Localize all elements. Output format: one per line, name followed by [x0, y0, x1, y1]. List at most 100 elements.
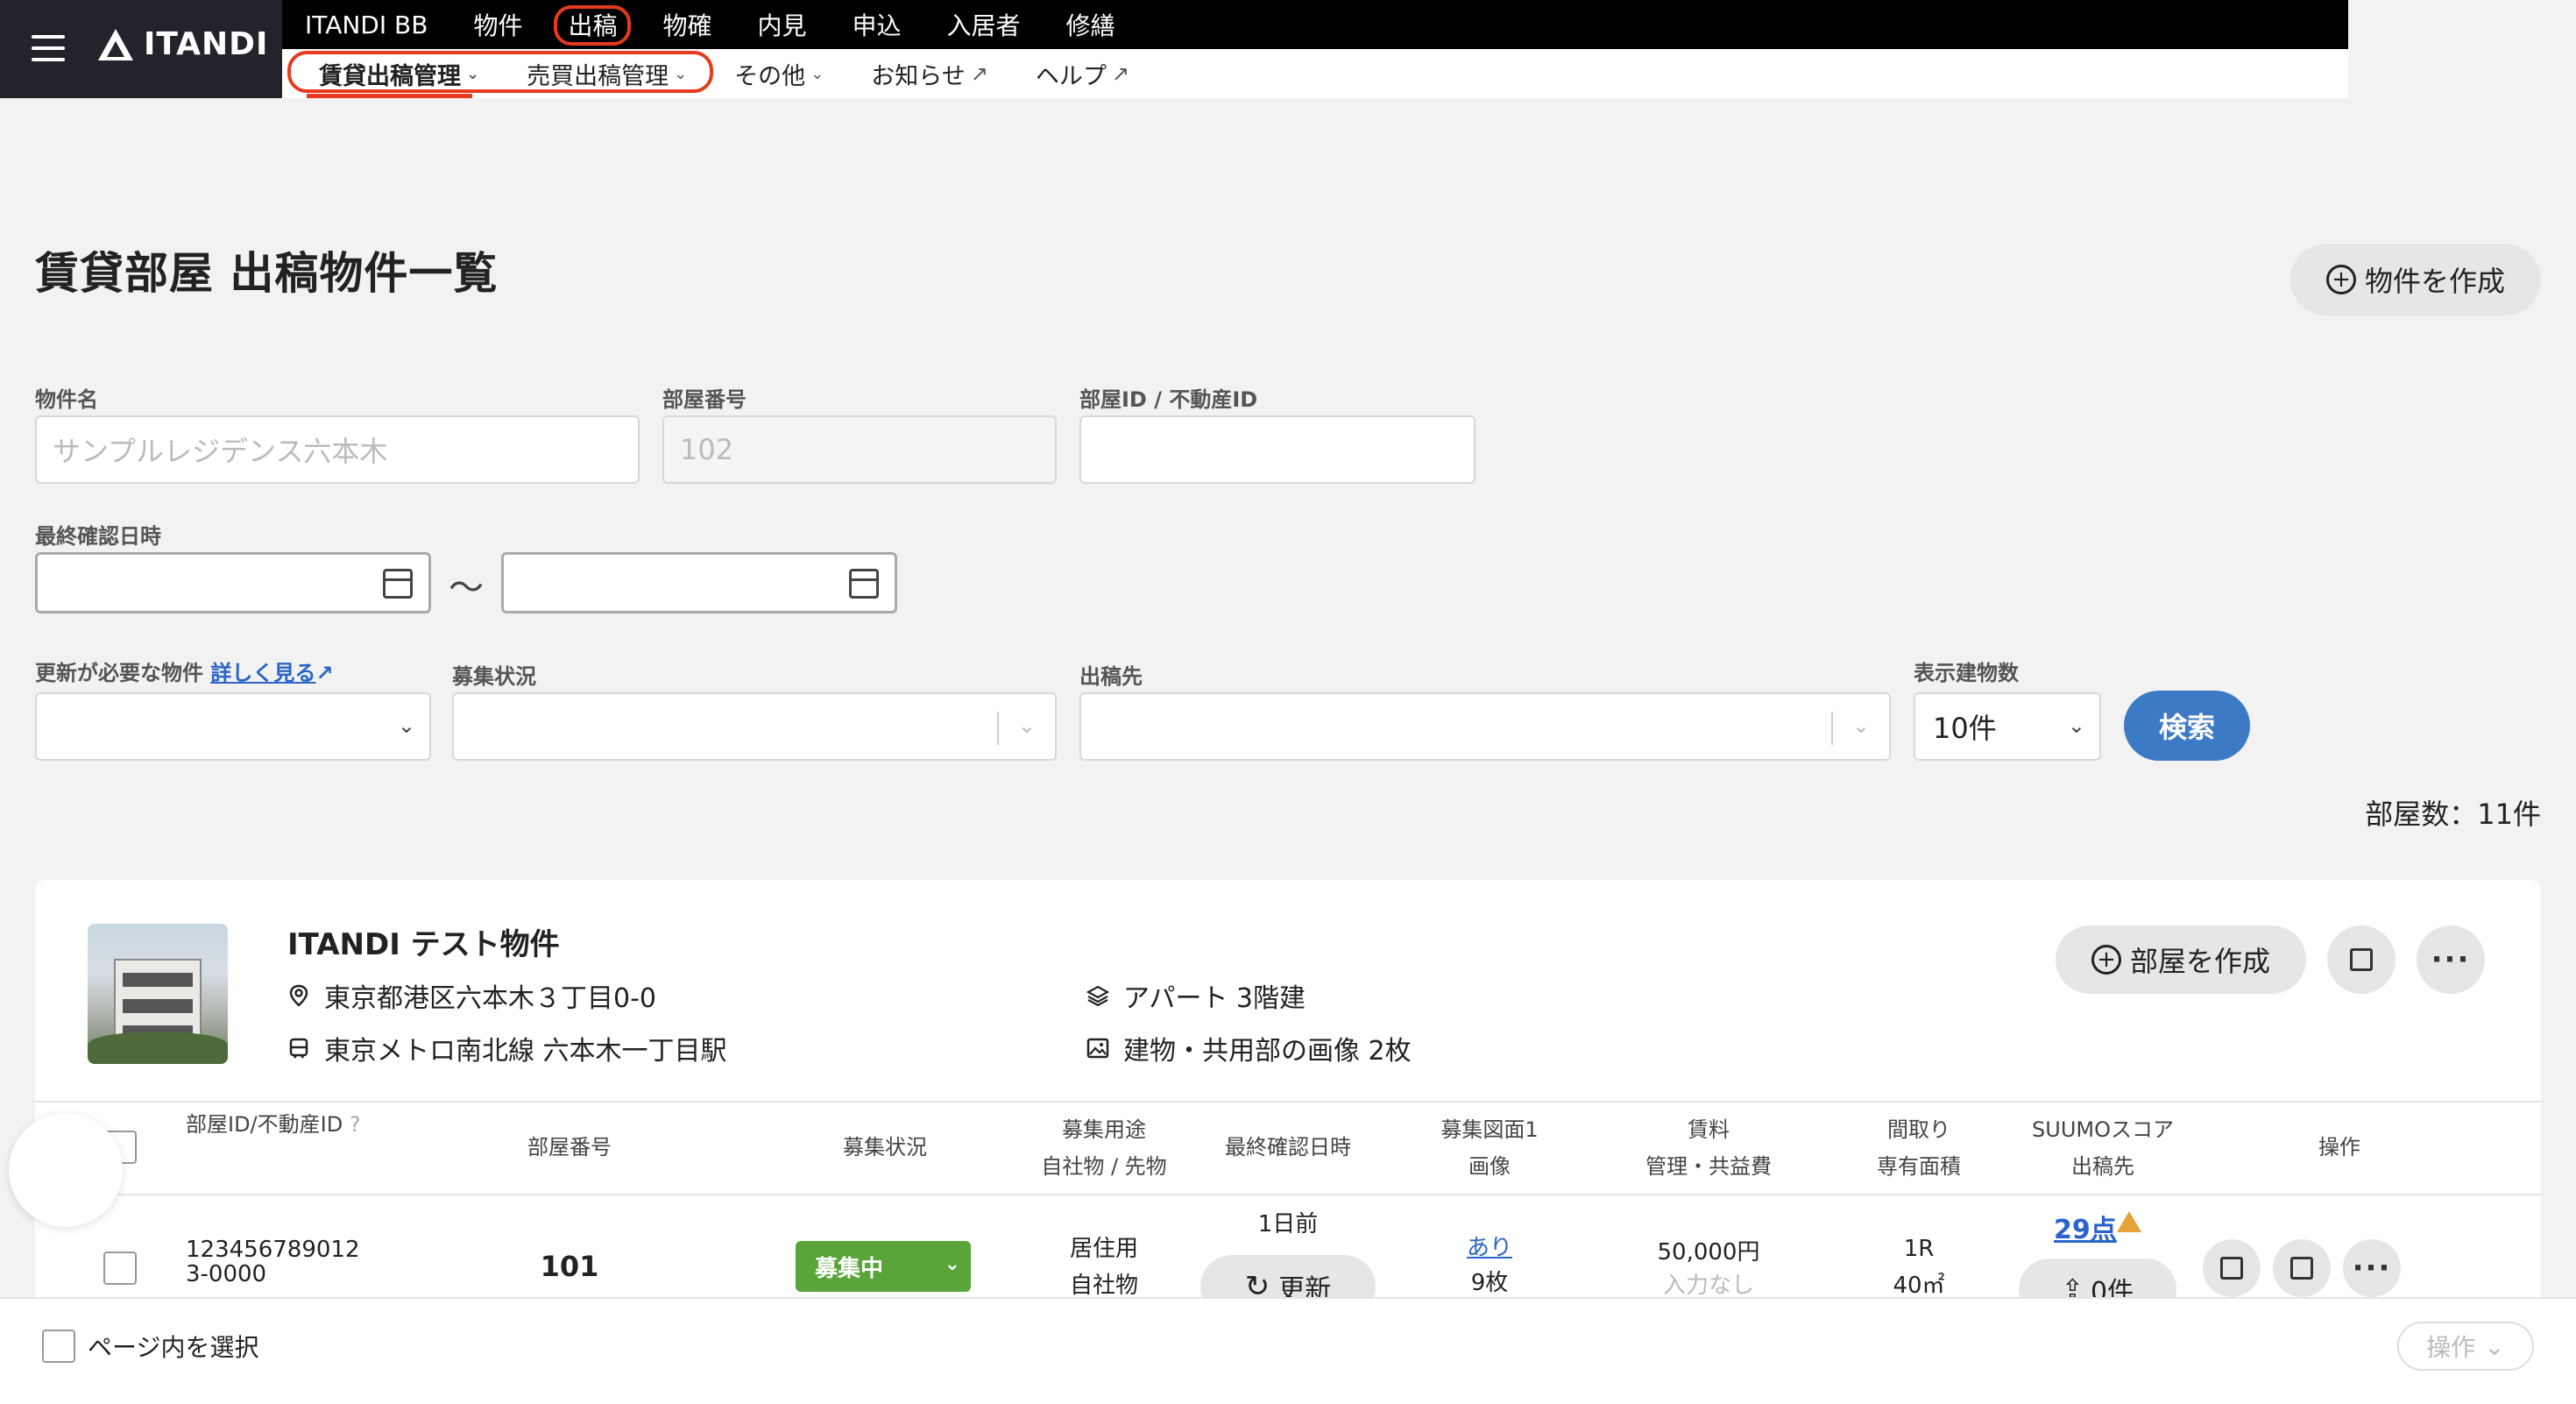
- property-name-input[interactable]: サンプルレジデンス六本木: [35, 415, 640, 484]
- row-checklist-button[interactable]: [2273, 1239, 2331, 1297]
- create-room-button[interactable]: + 部屋を作成: [2056, 925, 2306, 994]
- sub-nav: 賃貸出稿管理 ⌄ 売買出稿管理 ⌄ その他 ⌄ お知らせ ↗ ヘルプ ↗: [282, 49, 2348, 98]
- plus-circle-icon: +: [2325, 265, 2356, 294]
- nav-viewing[interactable]: 内見: [734, 0, 829, 49]
- header-last-confirmed: 最終確認日時: [1225, 1135, 1351, 1159]
- nav-property[interactable]: 物件: [450, 0, 545, 49]
- row-room-id: 123456789012 3-0000: [186, 1237, 360, 1287]
- table-header: 部屋ID/不動産ID ? 部屋番号 募集状況 募集用途 自社物 / 先物 最終確認…: [35, 1101, 2541, 1195]
- header-rent: 賃料 管理・共益費: [1645, 1117, 1772, 1179]
- row-last-confirmed: 1日前: [1257, 1211, 1319, 1237]
- chevron-down-icon: ⌄: [2067, 713, 2085, 738]
- edit-property-button[interactable]: [2327, 925, 2396, 994]
- publish-to-select[interactable]: ⌄: [1079, 692, 1891, 761]
- nav-repair[interactable]: 修繕: [1044, 0, 1138, 49]
- chevron-down-icon: ⌄: [1851, 713, 1870, 738]
- page-title: 賃貸部屋 出稿物件一覧: [35, 248, 499, 299]
- header-suumo: SUUMOスコア 出稿先: [2032, 1117, 2174, 1179]
- property-images: 建物・共用部の画像 2枚: [1086, 1029, 1412, 1067]
- chevron-down-icon: ⌄: [674, 64, 688, 83]
- nav-publish[interactable]: 出稿: [545, 0, 640, 49]
- chevron-down-icon: ⌄: [810, 64, 824, 83]
- display-count-select[interactable]: 10件 ⌄: [1914, 692, 2101, 761]
- chevron-down-icon: ⌄: [1017, 713, 1036, 738]
- recruit-status-select[interactable]: ⌄: [452, 692, 1057, 761]
- last-confirmed-label: 最終確認日時: [35, 524, 161, 549]
- room-id-input[interactable]: [1079, 415, 1476, 484]
- publish-to-label: 出稿先: [1079, 664, 1143, 689]
- header-room-id: 部屋ID/不動産ID ?: [186, 1112, 361, 1137]
- search-button[interactable]: 検索: [2124, 691, 2250, 761]
- property-station: 東京メトロ南北線 六本木一丁目駅: [287, 1029, 727, 1067]
- more-horizontal-icon: ···: [2352, 1251, 2392, 1286]
- subnav-news[interactable]: お知らせ ↗: [850, 49, 1015, 98]
- logo[interactable]: ITANDI: [96, 26, 268, 62]
- train-icon: [289, 1038, 308, 1059]
- layers-icon: [1086, 985, 1109, 1007]
- select-page[interactable]: ページ内を選択: [42, 1329, 258, 1364]
- header-usage: 募集用途 自社物 / 先物: [1041, 1117, 1167, 1179]
- property-thumbnail[interactable]: [88, 924, 228, 1064]
- subnav-sale-publish[interactable]: 売買出稿管理 ⌄: [506, 49, 713, 98]
- row-checkbox[interactable]: [103, 1252, 137, 1285]
- row-status-select[interactable]: 募集中 ⌄: [796, 1241, 971, 1292]
- nav-tenant[interactable]: 入居者: [924, 0, 1044, 49]
- edit-icon: [2220, 1257, 2243, 1280]
- bottom-action-bar: ページ内を選択 操作 ⌄: [0, 1297, 2576, 1404]
- header-operations: 操作: [2318, 1135, 2360, 1159]
- external-link-icon: ↗: [1111, 61, 1129, 86]
- subnav-rental-publish[interactable]: 賃貸出稿管理 ⌄: [298, 49, 506, 98]
- display-count-label: 表示建物数: [1914, 661, 2019, 685]
- external-link-icon: ↗: [970, 61, 988, 86]
- plus-circle-icon: +: [2091, 945, 2121, 975]
- chevron-down-icon: ⌄: [2484, 1331, 2505, 1361]
- bulk-operations-button[interactable]: 操作 ⌄: [2397, 1322, 2534, 1371]
- chevron-down-icon: ⌄: [466, 64, 480, 83]
- room-id-label: 部屋ID / 不動産ID: [1079, 387, 1258, 412]
- header-floorplan: 募集図面1 画像: [1440, 1117, 1539, 1179]
- location-pin-icon: [289, 984, 308, 1007]
- details-link[interactable]: 詳しく見る: [210, 661, 315, 685]
- main-nav: ITANDI BB 物件 出稿 物確 内見 申込 入居者 修繕: [282, 0, 1138, 49]
- header-layout: 間取り 専有面積: [1877, 1117, 1961, 1179]
- row-rent: 50,000円 入力なし: [1657, 1239, 1760, 1299]
- help-icon[interactable]: ?: [350, 1112, 361, 1137]
- external-link-icon: ↗: [315, 661, 334, 685]
- edit-icon: [2350, 948, 2373, 971]
- subnav-other[interactable]: その他 ⌄: [713, 49, 850, 98]
- calendar-icon[interactable]: [849, 569, 879, 599]
- room-number-input[interactable]: 102: [662, 415, 1057, 484]
- row-room-no: 101: [540, 1250, 599, 1283]
- floorplan-link[interactable]: あり: [1402, 1230, 1577, 1266]
- calendar-icon[interactable]: [383, 569, 413, 599]
- nav-itandi-bb[interactable]: ITANDI BB: [282, 0, 450, 49]
- more-horizontal-icon: ···: [2431, 942, 2471, 977]
- row-edit-button[interactable]: [2203, 1239, 2261, 1297]
- row-usage: 居住用 自社物: [1069, 1236, 1138, 1299]
- nav-application[interactable]: 申込: [830, 0, 924, 49]
- date-to-input[interactable]: [501, 552, 897, 613]
- subnav-help[interactable]: ヘルプ ↗: [1015, 49, 1156, 98]
- needs-update-label: 更新が必要な物件 詳しく見る↗: [35, 661, 334, 685]
- room-count: 部屋数：11件: [2365, 798, 2541, 831]
- nav-confirm[interactable]: 物確: [640, 0, 734, 49]
- needs-update-select[interactable]: ⌄: [35, 692, 431, 761]
- suumo-score-link[interactable]: 29点: [2054, 1208, 2117, 1246]
- row-layout: 1R 40㎡: [1893, 1236, 1945, 1299]
- room-number-label: 部屋番号: [662, 387, 747, 412]
- date-from-input[interactable]: [35, 552, 431, 613]
- hamburger-menu-icon[interactable]: [32, 35, 65, 61]
- create-property-button[interactable]: + 物件を作成: [2290, 244, 2541, 316]
- checklist-icon: [2290, 1257, 2313, 1280]
- warning-icon: [2117, 1211, 2141, 1232]
- floating-chat-button[interactable]: [9, 1113, 123, 1227]
- select-page-checkbox[interactable]: [42, 1330, 75, 1363]
- logo-text: ITANDI: [144, 26, 269, 62]
- property-more-button[interactable]: ···: [2417, 925, 2485, 994]
- row-more-button[interactable]: ···: [2343, 1239, 2401, 1297]
- itandi-logo-icon: [98, 28, 133, 60]
- header-room-no: 部屋番号: [527, 1135, 612, 1159]
- chevron-down-icon: ⌄: [944, 1253, 960, 1275]
- brand-area: ITANDI: [0, 0, 282, 98]
- row-floorplan: あり 9枚: [1402, 1230, 1577, 1301]
